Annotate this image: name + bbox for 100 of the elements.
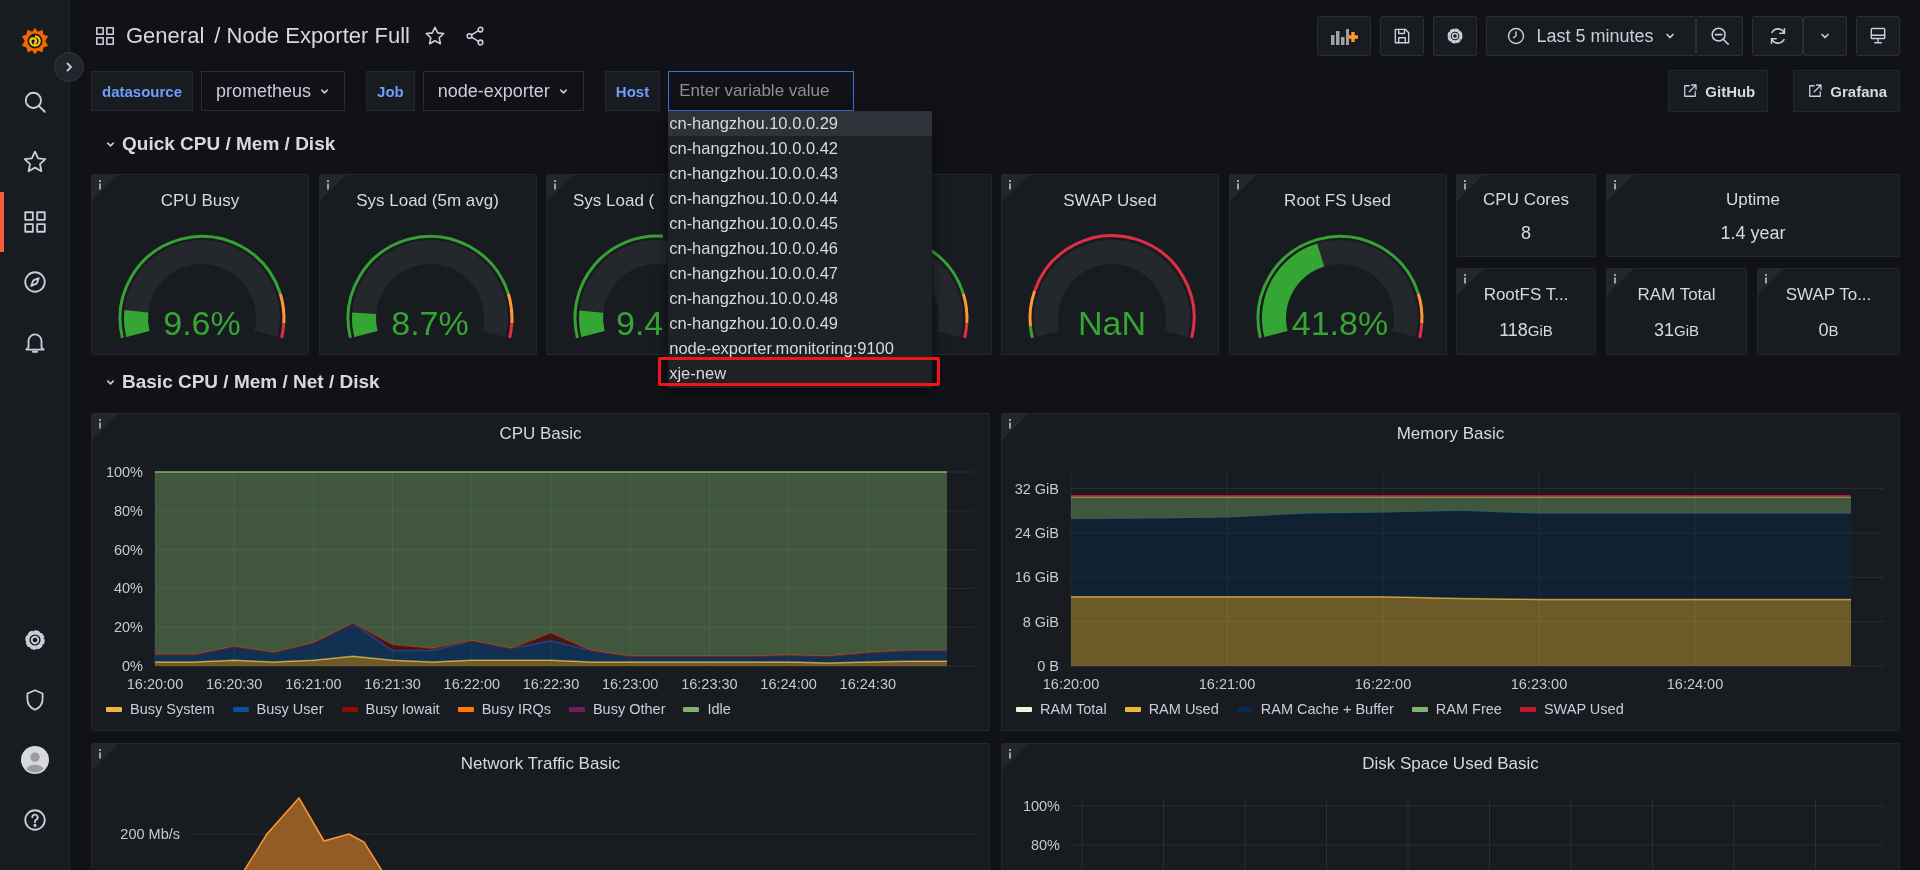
axis-label: 0% xyxy=(122,658,143,674)
help-icon xyxy=(22,807,48,833)
chevron-right-icon xyxy=(63,61,75,73)
gauge-value: 9.4 xyxy=(616,304,664,342)
dropdown-option[interactable]: cn-hangzhou.10.0.0.45 xyxy=(668,211,933,236)
input-field[interactable]: Enter variable value xyxy=(668,71,855,111)
axis-label: 20% xyxy=(113,619,143,636)
dashboard-link[interactable]: Grafana xyxy=(1793,70,1900,112)
panel-title: Root FS Used xyxy=(1284,191,1391,211)
dropdown-option[interactable]: cn-hangzhou.10.0.0.48 xyxy=(668,286,933,311)
axis-label: 24 GiB xyxy=(1014,524,1059,541)
panel-title: Sys Load (5m avg) xyxy=(356,191,499,211)
panel-title: Uptime xyxy=(1726,189,1780,210)
panel-title: Network Traffic Basic xyxy=(460,754,621,774)
refresh-button[interactable] xyxy=(1752,16,1803,56)
axis-label: 80% xyxy=(1030,837,1060,853)
dropdown-option[interactable]: cn-hangzhou.10.0.0.44 xyxy=(668,186,933,211)
stat-value: 8 xyxy=(1521,222,1531,244)
legend-label[interactable]: Busy Iowait xyxy=(365,701,440,717)
save-icon xyxy=(1392,26,1412,46)
panel-title: RootFS T... xyxy=(1483,284,1569,305)
axis-label: 16:20:00 xyxy=(1042,676,1100,692)
axis-label: 16:22:00 xyxy=(1354,676,1412,692)
dashboard-link[interactable]: GitHub xyxy=(1668,70,1769,112)
legend-label[interactable]: SWAP Used xyxy=(1543,701,1624,717)
axis-label: 16:24:00 xyxy=(1666,676,1724,692)
axis-label: 16:24:00 xyxy=(760,676,817,692)
legend-label[interactable]: RAM Cache + Buffer xyxy=(1260,701,1394,717)
dropdown-option[interactable]: cn-hangzhou.10.0.0.47 xyxy=(668,261,933,286)
compass-icon xyxy=(22,269,48,295)
axis-label: 0 B xyxy=(1037,658,1059,674)
panel-title: Sys Load ( xyxy=(573,191,655,211)
star-icon xyxy=(423,25,446,47)
gear-icon xyxy=(1445,26,1465,46)
axis-label: 16:23:00 xyxy=(601,676,659,692)
settings-button[interactable] xyxy=(1433,16,1477,56)
gear-icon xyxy=(22,627,48,653)
axis-label: 16:22:30 xyxy=(522,676,580,692)
dropdown-option[interactable]: xje-new xyxy=(668,361,933,386)
variable-select[interactable]: prometheus xyxy=(201,71,346,111)
dropdown-option[interactable]: cn-hangzhou.10.0.0.43 xyxy=(668,161,933,186)
monitor-icon xyxy=(1868,26,1888,46)
axis-label: 16:20:30 xyxy=(205,676,263,692)
panel-title: CPU Basic xyxy=(499,424,582,444)
search-icon xyxy=(22,89,48,115)
stat-value: 0B xyxy=(1818,319,1839,341)
axis-label: 16:21:30 xyxy=(364,676,421,692)
expand-button[interactable] xyxy=(54,52,84,82)
row-header[interactable]: Basic CPU / Mem / Net / Disk xyxy=(91,362,380,402)
save-button[interactable] xyxy=(1380,16,1424,56)
axis-label: 16:21:00 xyxy=(1198,676,1256,692)
dropdown-option[interactable]: cn-hangzhou.10.0.0.49 xyxy=(668,311,933,336)
dropdown-option[interactable]: cn-hangzhou.10.0.0.46 xyxy=(668,236,933,261)
variable-label: Job xyxy=(366,71,415,111)
grid-icon xyxy=(94,25,116,47)
axis-label: 16:23:00 xyxy=(1510,676,1568,692)
legend-label[interactable]: Busy IRQs xyxy=(481,701,551,717)
panel-title: SWAP To... xyxy=(1785,284,1872,305)
gauge-value: 8.7% xyxy=(390,304,469,342)
gauge-value: 41.8% xyxy=(1291,304,1388,342)
legend-label[interactable]: RAM Total xyxy=(1040,701,1107,717)
panel-title: Memory Basic xyxy=(1396,424,1505,444)
gauge-value: 9.6% xyxy=(163,304,241,342)
folder-link[interactable]: General xyxy=(126,23,205,49)
legend-label[interactable]: Busy System xyxy=(130,701,215,717)
axis-label: 100% xyxy=(105,464,143,480)
axis-label: 16 GiB xyxy=(1014,569,1059,586)
swirl-logo[interactable] xyxy=(19,26,50,56)
legend-label[interactable]: Busy User xyxy=(256,701,324,717)
axis-label: 16:20:00 xyxy=(126,676,184,692)
axis-label: 16:22:00 xyxy=(443,676,501,692)
share-icon xyxy=(463,25,486,47)
variable-label: datasource xyxy=(91,71,194,111)
stat-value: 1.4 year xyxy=(1720,222,1786,244)
dropdown-option[interactable]: node-exporter.monitoring:9100 xyxy=(668,336,933,361)
zoom-out-icon xyxy=(1708,25,1731,47)
dashboard-title: / Node Exporter Full xyxy=(214,23,410,49)
gauge-value: NaN xyxy=(1078,304,1146,342)
dropdown-option[interactable]: cn-hangzhou.10.0.0.29 xyxy=(668,111,933,136)
view-mode-button[interactable] xyxy=(1856,16,1900,56)
variable-select[interactable]: node-exporter xyxy=(422,71,584,111)
legend-label[interactable]: Busy Other xyxy=(592,701,666,717)
zoom-out-button[interactable] xyxy=(1696,16,1743,56)
dropdown-option[interactable]: cn-hangzhou.10.0.0.42 xyxy=(668,136,933,161)
time-range-picker[interactable]: Last 5 minutes xyxy=(1486,16,1696,56)
axis-label: 40% xyxy=(113,580,143,597)
axis-label: 16:24:30 xyxy=(839,676,897,692)
legend-label[interactable]: RAM Used xyxy=(1148,701,1219,717)
legend-label[interactable]: Idle xyxy=(707,701,731,717)
add-panel-button[interactable] xyxy=(1317,16,1371,56)
row-header[interactable]: Quick CPU / Mem / Disk xyxy=(91,124,336,164)
external-link-icon xyxy=(1806,82,1825,100)
variable-label: Host xyxy=(604,71,661,111)
axis-label: 60% xyxy=(113,541,143,558)
panel-title: CPU Busy xyxy=(160,191,240,211)
legend-label[interactable]: RAM Free xyxy=(1435,701,1502,717)
bar-chart-plus-icon xyxy=(1330,26,1358,46)
axis-label: 200 Mb/s xyxy=(120,826,180,842)
axis-label: 8 GiB xyxy=(1022,613,1059,630)
axis-label: 32 GiB xyxy=(1014,480,1059,497)
